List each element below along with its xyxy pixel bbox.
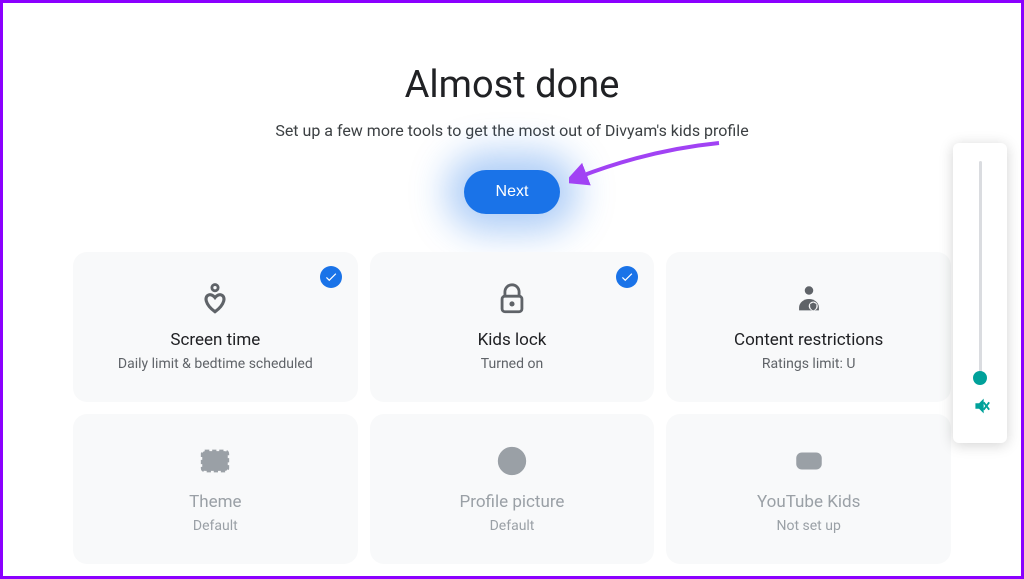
card-title: Profile picture [460, 492, 565, 512]
page-title: Almost done [73, 63, 951, 107]
card-title: Content restrictions [734, 330, 883, 350]
card-youtube-kids[interactable]: YouTube Kids Not set up [666, 414, 951, 564]
lock-icon [495, 282, 529, 316]
card-title: Kids lock [478, 330, 547, 350]
card-subtitle: Turned on [481, 356, 543, 372]
slider-thumb[interactable] [973, 371, 987, 385]
card-subtitle: Default [490, 518, 535, 534]
mute-icon[interactable] [969, 395, 991, 417]
next-button[interactable]: Next [464, 170, 561, 214]
check-icon [616, 266, 638, 288]
card-subtitle: Default [193, 518, 238, 534]
volume-slider[interactable] [979, 161, 982, 381]
heart-person-icon [198, 282, 232, 316]
card-theme[interactable]: Theme Default [73, 414, 358, 564]
smiley-icon [495, 444, 529, 478]
youtube-icon [792, 444, 826, 478]
arrow-annotation [569, 135, 739, 205]
card-title: Theme [189, 492, 241, 512]
check-icon [320, 266, 342, 288]
card-title: YouTube Kids [757, 492, 860, 512]
card-subtitle: Daily limit & bedtime scheduled [118, 356, 313, 372]
card-screen-time[interactable]: Screen time Daily limit & bedtime schedu… [73, 252, 358, 402]
card-title: Screen time [170, 330, 260, 350]
card-subtitle: Ratings limit: U [762, 356, 856, 372]
image-icon [198, 444, 232, 478]
volume-panel [953, 143, 1007, 443]
card-profile-picture[interactable]: Profile picture Default [370, 414, 655, 564]
person-shield-icon [792, 282, 826, 316]
page-subtitle: Set up a few more tools to get the most … [73, 121, 951, 140]
card-content-restrictions[interactable]: Content restrictions Ratings limit: U [666, 252, 951, 402]
card-subtitle: Not set up [777, 518, 841, 534]
card-kids-lock[interactable]: Kids lock Turned on [370, 252, 655, 402]
